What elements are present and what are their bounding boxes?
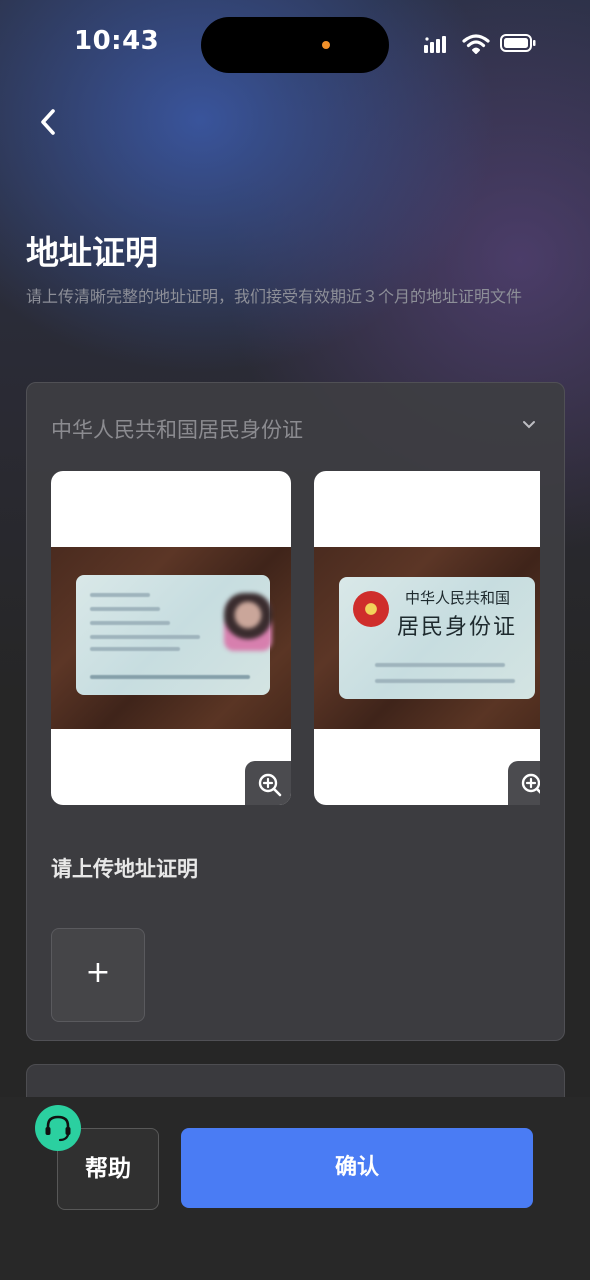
document-card: 中华人民共和国居民身份证 中华人民共和国 居民身份证 请上传地址证明 +: [26, 382, 565, 1041]
card-title-line1: 中华人民共和国: [405, 589, 511, 607]
page-title: 地址证明: [26, 233, 158, 272]
confirm-button[interactable]: 确认: [181, 1128, 533, 1208]
add-upload-button[interactable]: +: [51, 928, 145, 1022]
card-title-line2: 居民身份证: [397, 615, 518, 640]
dynamic-island: [201, 17, 389, 73]
zoom-button-front[interactable]: [245, 761, 291, 805]
privacy-indicator: [322, 41, 330, 49]
battery-icon: [500, 34, 536, 52]
zoom-in-icon: [258, 773, 282, 797]
national-emblem-icon: [353, 591, 389, 627]
id-card-front-sample[interactable]: [51, 471, 291, 805]
document-type-select[interactable]: 中华人民共和国居民身份证: [51, 414, 303, 444]
wifi-icon: [462, 34, 490, 54]
headset-icon[interactable]: [35, 1105, 81, 1151]
page-subtitle: 请上传清晰完整的地址证明，我们接受有效期近３个月的地址证明文件: [26, 287, 523, 306]
plus-icon: +: [85, 955, 111, 990]
status-time: 10:43: [74, 26, 160, 56]
portrait-photo: [224, 593, 272, 651]
zoom-in-icon: [521, 773, 540, 794]
id-card-back-sample[interactable]: 中华人民共和国 居民身份证: [314, 471, 540, 805]
zoom-button-back[interactable]: [508, 761, 540, 805]
sample-photos: 中华人民共和国 居民身份证: [51, 471, 540, 805]
id-card-back-image: 中华人民共和国 居民身份证: [339, 577, 535, 699]
status-bar: 10:43: [0, 0, 590, 90]
upload-label: 请上传地址证明: [51, 857, 198, 881]
signal-icon: [424, 36, 446, 53]
back-button[interactable]: [34, 106, 64, 138]
id-card-front-image: [76, 575, 272, 695]
chevron-down-icon[interactable]: [521, 419, 537, 431]
